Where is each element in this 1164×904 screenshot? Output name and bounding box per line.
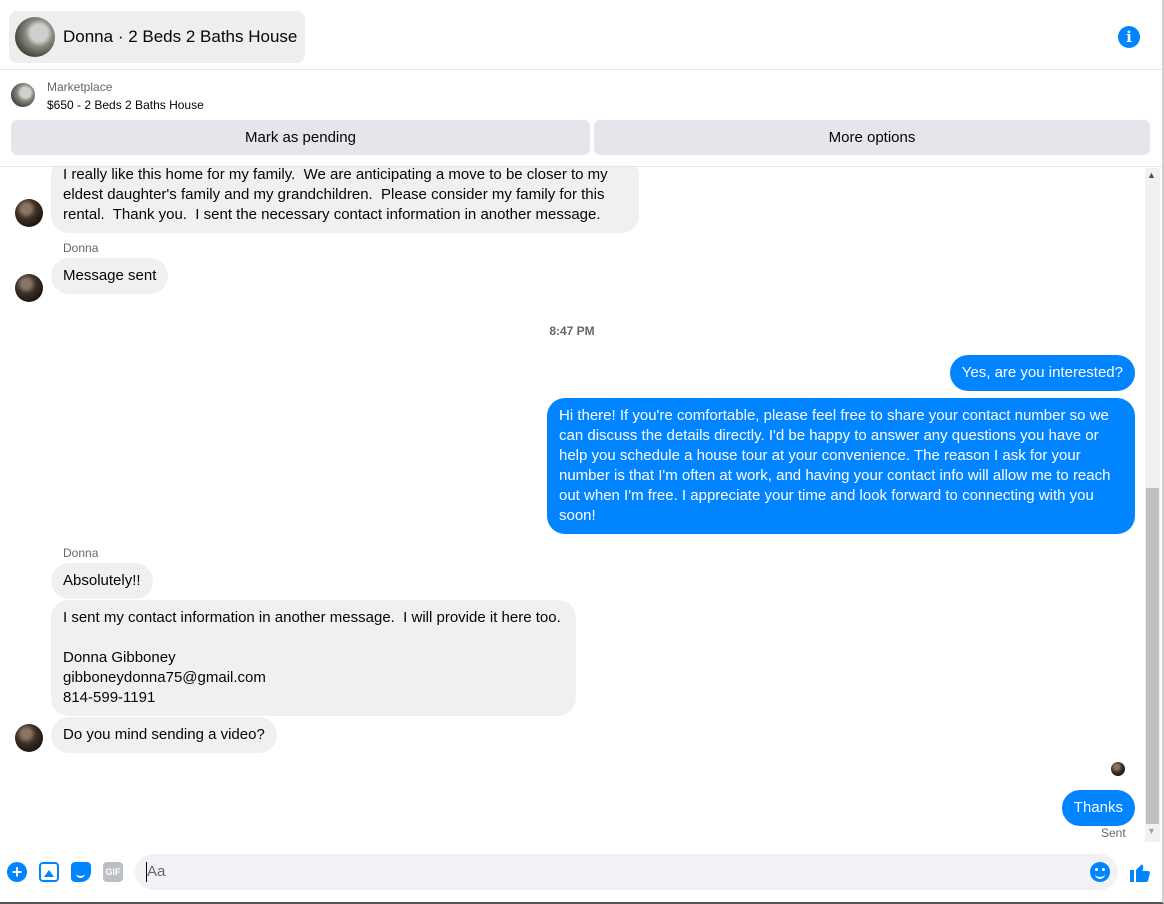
message-input[interactable]: Aa [135,854,1118,890]
info-icon[interactable]: i [1118,26,1140,48]
message-outgoing: Yes, are you interested? [949,355,1135,391]
message-incoming: Absolutely!! [51,563,153,599]
avatar[interactable] [15,274,43,302]
emoji-icon[interactable] [1090,862,1110,882]
listing-avatar [15,17,55,57]
conversation-title: Donna · 2 Beds 2 Baths House [63,27,298,46]
marketplace-bar: Marketplace $650 - 2 Beds 2 Baths House … [0,71,1162,167]
marketplace-label: Marketplace [47,80,113,94]
gif-icon[interactable]: GIF [103,862,123,882]
delivery-status: Sent [1101,826,1126,840]
message-incoming: I sent my contact information in another… [51,600,576,716]
avatar[interactable] [15,199,43,227]
sender-name: Donna [63,546,99,560]
plus-icon[interactable]: + [7,862,27,882]
message-incoming: Message sent [51,258,169,294]
composer-bar: + GIF Aa [0,843,1162,902]
photo-icon[interactable] [39,862,59,882]
conversation-title-chip[interactable]: Donna · 2 Beds 2 Baths House [9,11,306,63]
listing-thumbnail[interactable] [11,83,35,107]
timestamp: 8:47 PM [549,324,595,338]
scroll-up-arrow-icon[interactable]: ▲ [1147,170,1156,180]
more-options-button[interactable]: More options [594,120,1150,155]
message-outgoing: Hi there! If you're comfortable, please … [547,398,1135,534]
listing-title[interactable]: $650 - 2 Beds 2 Baths House [47,98,204,112]
message-outgoing: Thanks [1061,790,1135,826]
message-incoming: I really like this home for my family. W… [51,167,639,233]
mark-as-pending-button[interactable]: Mark as pending [11,120,590,155]
sticker-icon[interactable] [71,862,91,882]
scroll-down-arrow-icon[interactable]: ▼ [1147,826,1156,836]
message-input-placeholder: Aa [147,863,166,880]
message-thread: I really like this home for my family. W… [0,167,1144,843]
message-incoming: Do you mind sending a video? [51,717,277,753]
avatar[interactable] [15,724,43,752]
thumbs-up-icon[interactable] [1128,860,1152,884]
scrollbar-thumb[interactable] [1146,488,1159,824]
sender-name: Donna [63,241,99,255]
seen-indicator-avatar [1111,762,1125,776]
conversation-header: Donna · 2 Beds 2 Baths House i [0,6,1162,70]
